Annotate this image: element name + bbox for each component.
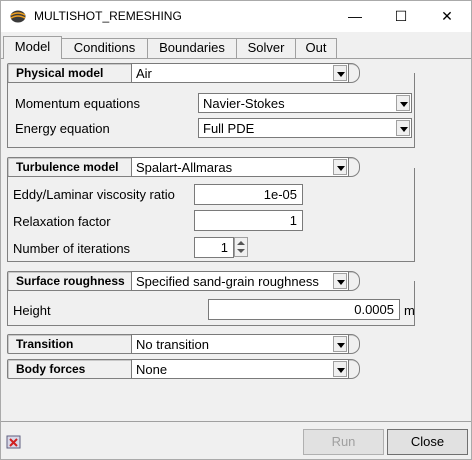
height-unit: m <box>404 303 415 318</box>
dialog-window: MULTISHOT_REMESHING — ☐ ✕ Model Conditio… <box>0 0 472 460</box>
tab-solver[interactable]: Solver <box>236 38 296 58</box>
relaxation-value: 1 <box>289 213 297 228</box>
momentum-value: Navier-Stokes <box>203 96 285 111</box>
window-title: MULTISHOT_REMESHING <box>34 9 182 23</box>
chevron-down-icon <box>333 65 347 81</box>
title-bar: MULTISHOT_REMESHING — ☐ ✕ <box>1 1 471 32</box>
tab-boundaries[interactable]: Boundaries <box>147 38 237 58</box>
chevron-down-icon <box>333 159 347 175</box>
spin-down-icon[interactable] <box>237 249 245 253</box>
chevron-down-icon <box>333 336 347 352</box>
app-icon <box>10 10 26 23</box>
bottom-bar: Run Close <box>1 421 471 460</box>
tab-out[interactable]: Out <box>295 38 337 58</box>
chevron-down-icon <box>396 120 410 136</box>
iterations-stepper[interactable] <box>234 237 248 257</box>
roughness-value: Specified sand-grain roughness <box>136 274 319 289</box>
physical-model-select[interactable]: Air <box>131 63 349 83</box>
body-forces-value: None <box>136 362 168 377</box>
eddy-viscosity-label: Eddy/Laminar viscosity ratio <box>13 187 175 202</box>
turbulence-value: Spalart-Allmaras <box>136 160 233 175</box>
chevron-down-icon <box>333 273 347 289</box>
body-forces-select[interactable]: None <box>131 359 349 379</box>
energy-select[interactable]: Full PDE <box>198 118 412 138</box>
momentum-select[interactable]: Navier-Stokes <box>198 93 412 113</box>
transition-value: No transition <box>136 337 209 352</box>
iterations-input[interactable]: 1 <box>194 237 234 258</box>
height-label: Height <box>13 303 51 318</box>
physical-model-label: Physical model <box>16 66 104 80</box>
body-forces-label: Body forces <box>16 362 86 376</box>
maximize-button[interactable]: ☐ <box>378 1 424 32</box>
minimize-button[interactable]: — <box>332 1 378 32</box>
minimize-icon: — <box>348 8 362 24</box>
tab-bar: Model Conditions Boundaries Solver Out <box>1 36 471 59</box>
transition-select[interactable]: No transition <box>131 334 349 354</box>
roughness-select[interactable]: Specified sand-grain roughness <box>131 271 349 291</box>
roughness-label: Surface roughness <box>16 274 125 288</box>
chevron-down-icon <box>396 95 410 111</box>
energy-label: Energy equation <box>15 121 110 136</box>
iterations-value: 1 <box>220 240 228 255</box>
tab-conditions[interactable]: Conditions <box>61 38 148 58</box>
height-input[interactable]: 0.0005 <box>208 299 400 320</box>
run-button[interactable]: Run <box>303 429 384 455</box>
tab-model[interactable]: Model <box>3 36 62 59</box>
physical-model-value: Air <box>136 66 152 81</box>
transition-label: Transition <box>16 337 74 351</box>
spin-up-icon[interactable] <box>237 241 245 245</box>
eddy-viscosity-value: 1e-05 <box>263 187 297 202</box>
error-icon[interactable] <box>6 435 22 450</box>
turbulence-label: Turbulence model <box>16 160 119 174</box>
height-value: 0.0005 <box>354 302 394 317</box>
momentum-label: Momentum equations <box>15 96 141 111</box>
chevron-down-icon <box>333 361 347 377</box>
eddy-viscosity-input[interactable]: 1e-05 <box>194 184 303 205</box>
energy-value: Full PDE <box>203 121 255 136</box>
relaxation-input[interactable]: 1 <box>194 210 303 231</box>
maximize-icon: ☐ <box>394 8 408 24</box>
relaxation-label: Relaxation factor <box>13 214 111 229</box>
model-panel: Physical model Air Momentum equations Na… <box>2 59 468 421</box>
turbulence-select[interactable]: Spalart-Allmaras <box>131 157 349 177</box>
close-button[interactable]: Close <box>387 429 468 455</box>
iterations-label: Number of iterations <box>13 241 131 256</box>
close-window-button[interactable]: ✕ <box>424 1 470 32</box>
close-icon: ✕ <box>441 8 453 24</box>
